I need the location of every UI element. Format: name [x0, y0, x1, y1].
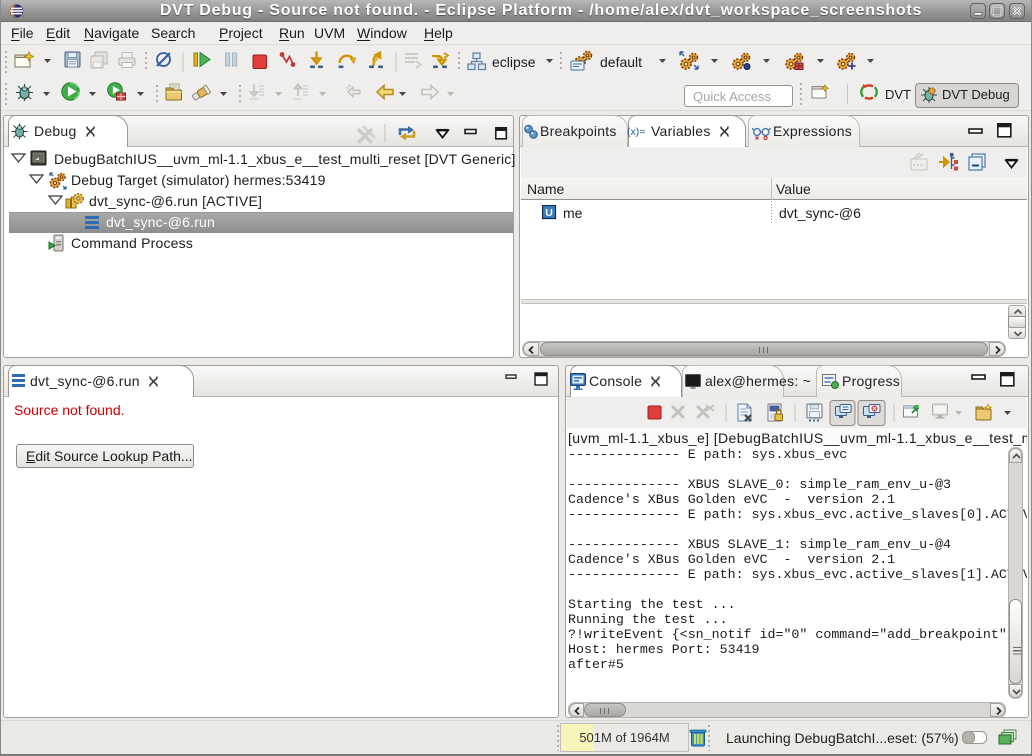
- svg-text:default: default: [600, 54, 642, 70]
- svg-text:eclipse: eclipse: [492, 54, 536, 70]
- svg-text:U: U: [545, 207, 553, 219]
